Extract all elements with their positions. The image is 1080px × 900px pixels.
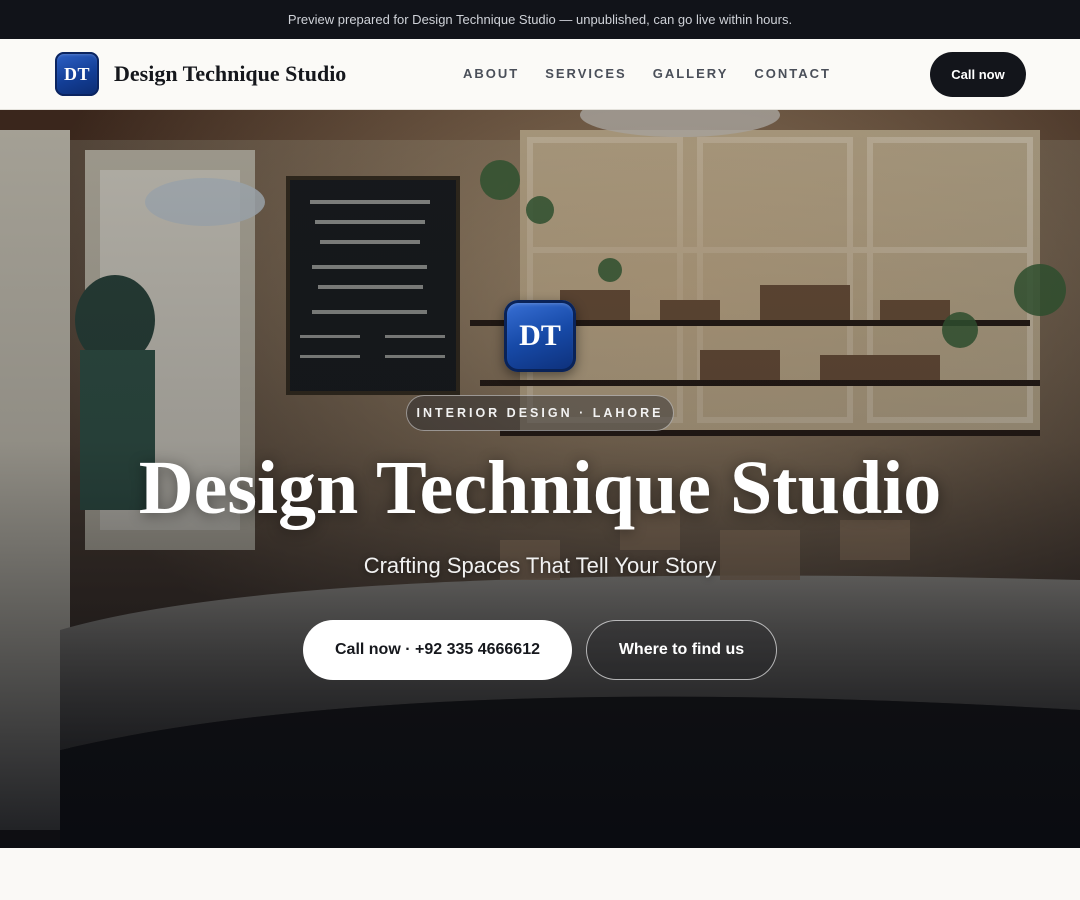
nav-link-contact[interactable]: CONTACT (754, 66, 831, 81)
below-fold-section (0, 848, 1080, 900)
hero-subtitle: Crafting Spaces That Tell Your Story (363, 553, 717, 578)
site-header: DT Design Technique Studio ABOUT SERVICE… (0, 39, 1080, 110)
brand-name: Design Technique Studio (114, 61, 347, 86)
hero-section: DT INTERIOR DESIGN · LAHORE Design Techn… (0, 110, 1080, 848)
main-nav: ABOUT SERVICES GALLERY CONTACT (463, 66, 831, 81)
hero-call-button[interactable]: Call now · +92 335 4666612 (303, 620, 572, 680)
hero-tag: INTERIOR DESIGN · LAHORE (406, 395, 674, 431)
hero-logo: DT (504, 300, 576, 372)
nav-link-about[interactable]: ABOUT (463, 66, 519, 81)
header-call-button[interactable]: Call now (930, 52, 1026, 97)
nav-link-gallery[interactable]: GALLERY (653, 66, 729, 81)
nav-link-services[interactable]: SERVICES (545, 66, 627, 81)
brand-logo: DT (55, 52, 99, 96)
brand[interactable]: DT Design Technique Studio (55, 52, 346, 96)
preview-banner-text: Preview prepared for Design Technique St… (287, 12, 793, 27)
hero-title: Design Technique Studio (138, 446, 942, 530)
preview-banner: Preview prepared for Design Technique St… (0, 0, 1080, 39)
where-to-find-us-button[interactable]: Where to find us (586, 620, 777, 680)
